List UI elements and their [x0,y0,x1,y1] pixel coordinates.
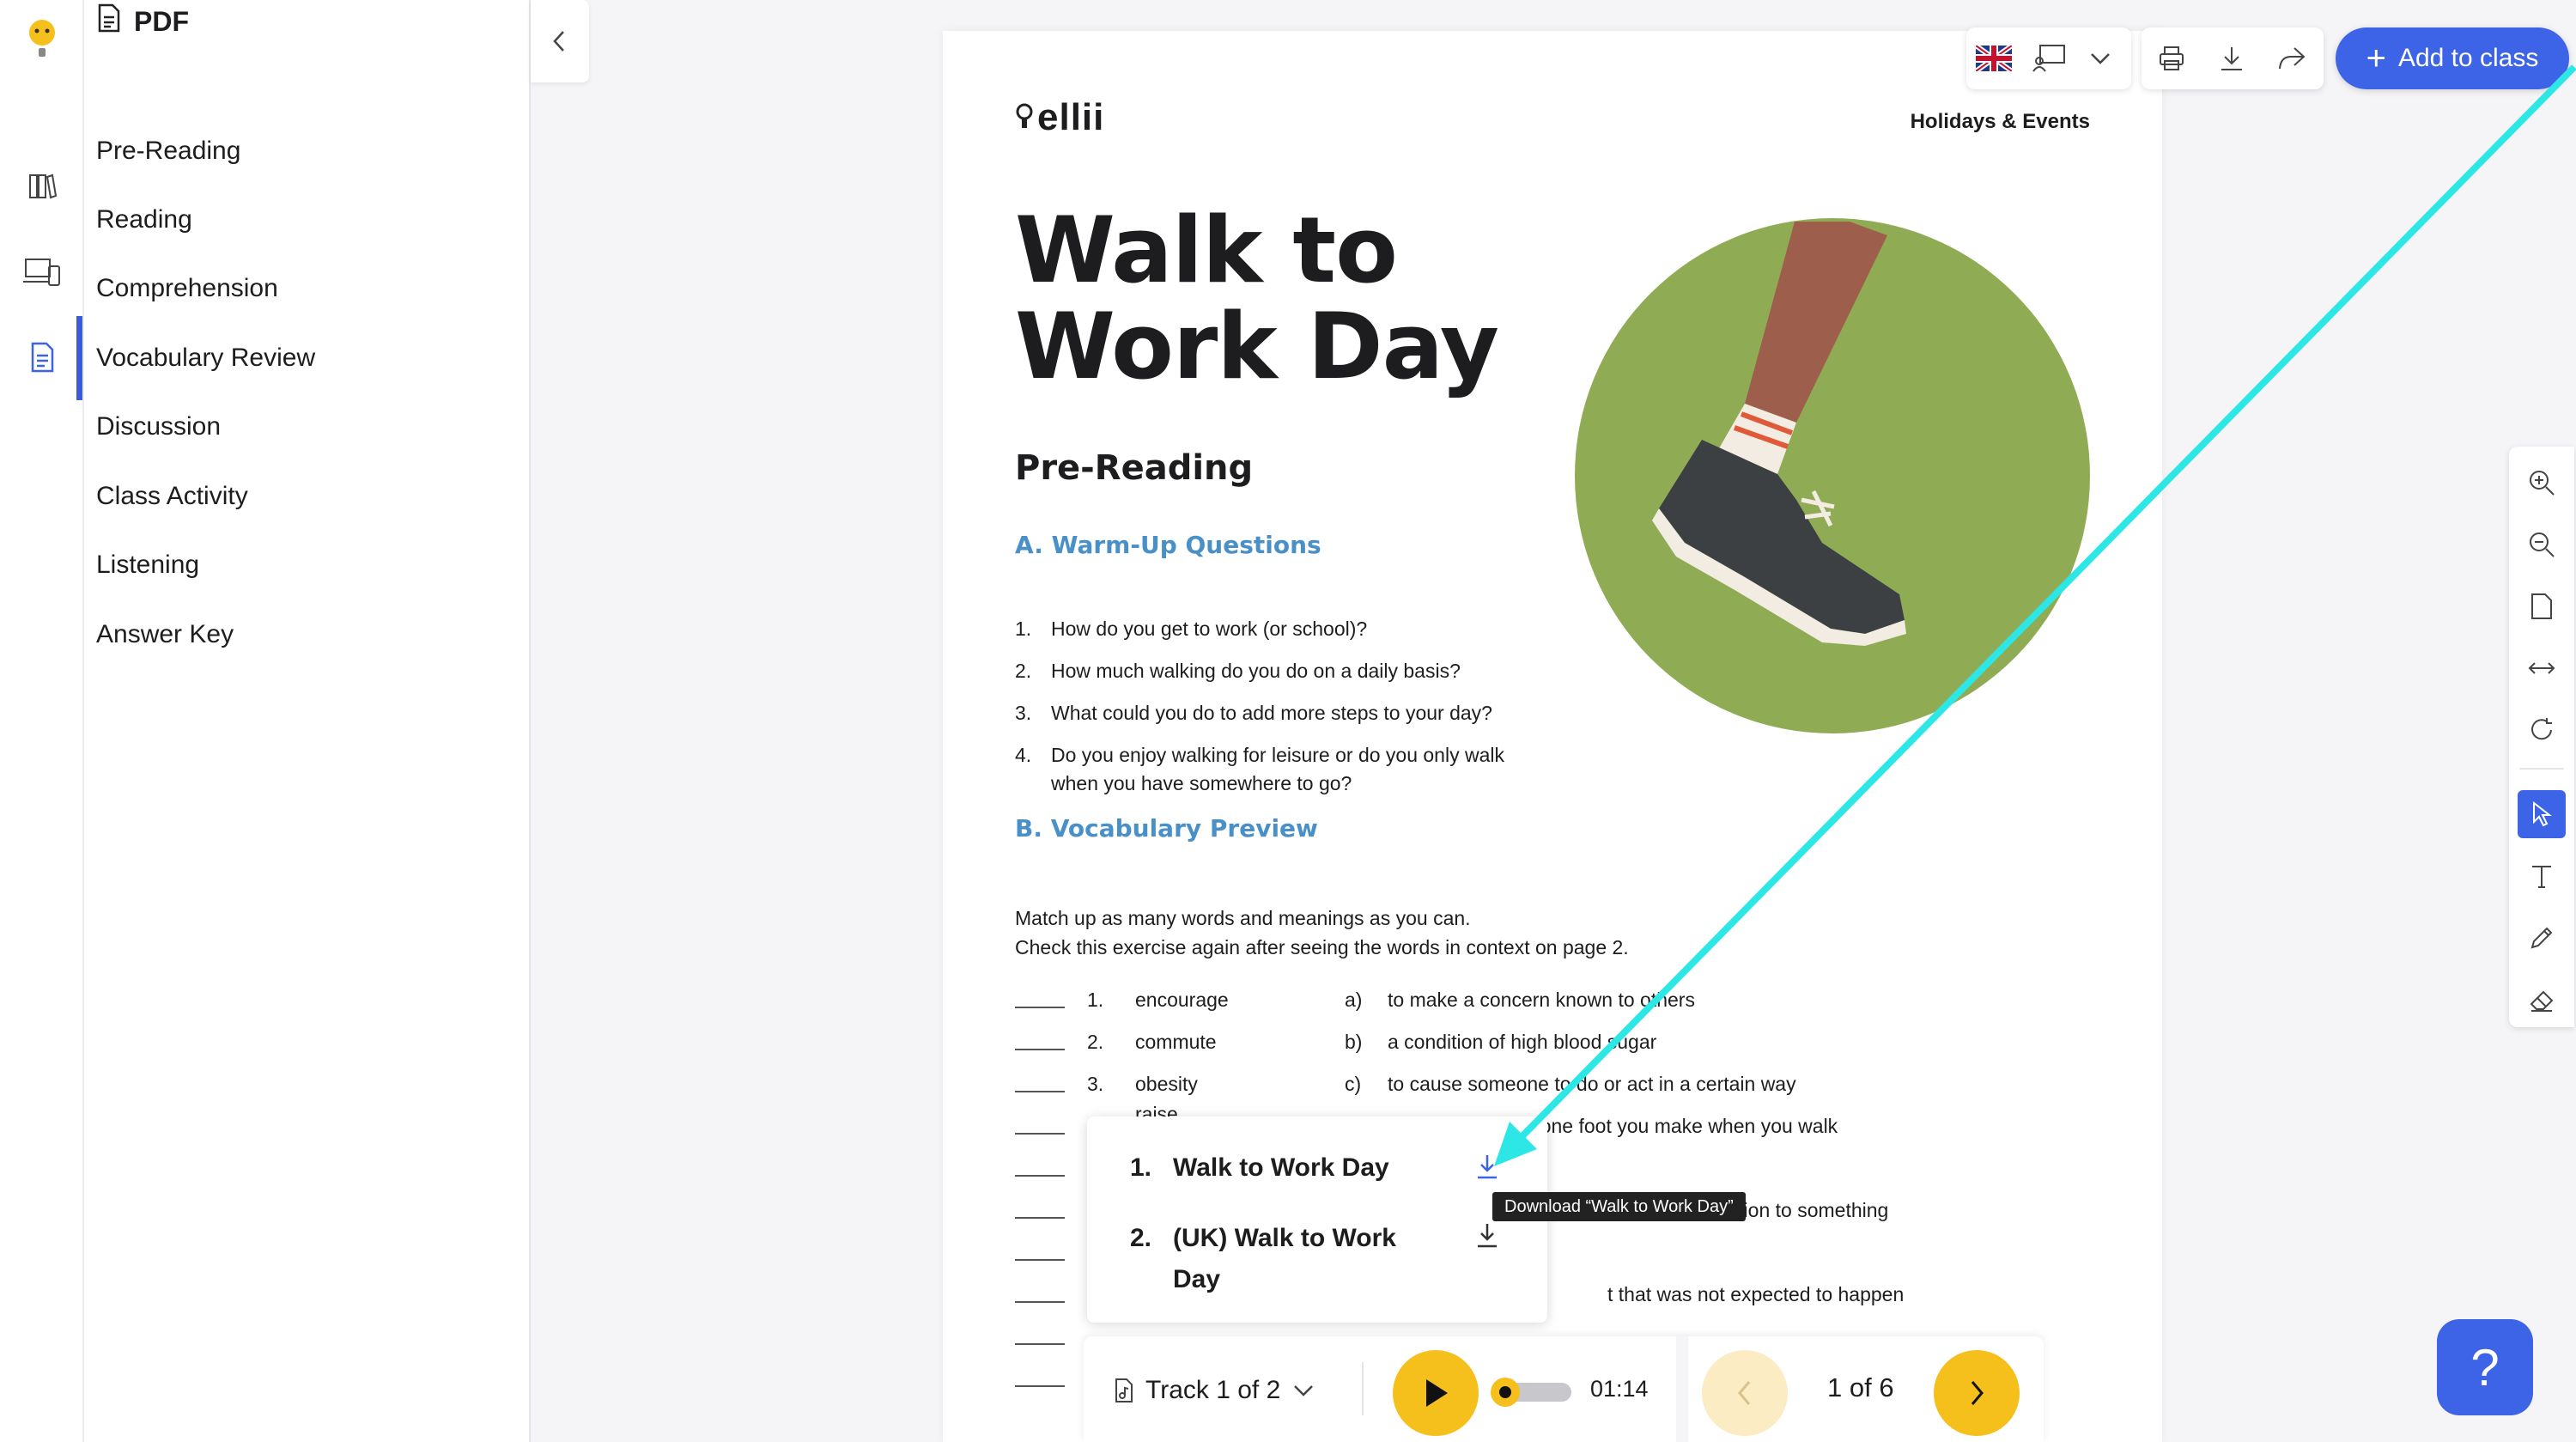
help-button[interactable]: ? [2437,1319,2533,1415]
track-selector[interactable]: Track 1 of 2 [1115,1369,1315,1412]
lightbulb-icon [1016,103,1033,128]
list-item: 1. How do you get to work (or school)? [1015,618,1368,640]
audio-player-bar: Track 1 of 2 01:14 1 of 6 [1084,1336,2044,1442]
download-icon [2221,47,2242,70]
toolbar-divider [2519,768,2564,770]
page-icon [2531,593,2552,619]
play-icon [1426,1379,1448,1407]
print-button[interactable] [2142,27,2202,89]
audio-file-icon [1115,1378,1133,1402]
playback-time: 01:14 [1590,1376,1649,1402]
add-to-class-button[interactable]: + Add to class [2336,27,2569,89]
chevron-right-icon [1971,1381,1984,1405]
track-1-download-button[interactable] [1470,1149,1504,1183]
view-options-dropdown[interactable] [2076,27,2124,89]
rotate-button[interactable] [2518,706,2566,754]
ellii-logo: ellii [1015,96,1104,139]
download-icon [1478,1155,1497,1179]
rotate-icon [2531,718,2552,740]
list-item: 2. How much walking do you do on a daily … [1015,660,1461,682]
file-actions-group [2142,27,2324,89]
annotation-toolbar [2509,447,2574,1027]
nav-item-discussion[interactable]: Discussion [96,403,508,451]
text-tool-button[interactable] [2518,852,2566,900]
view-options-group [1966,27,2131,89]
fit-width-icon [2528,662,2555,674]
nav-item-class-activity[interactable]: Class Activity [96,472,508,520]
ellii-logo-icon[interactable] [18,15,66,64]
present-icon [2032,45,2065,72]
previous-page-button[interactable] [1702,1350,1788,1436]
download-tooltip: Download “Walk to Work Day” [1492,1192,1746,1221]
share-arrow-icon [2279,47,2306,70]
next-page-button[interactable] [1934,1350,2020,1436]
section-heading: Pre-Reading [1015,448,1254,488]
section-nav-panel: PDF Pre-Reading Reading Comprehension Vo… [76,0,531,1442]
zoom-in-button[interactable] [2518,459,2566,507]
eraser-tool-button[interactable] [2518,976,2566,1024]
nav-item-pre-reading[interactable]: Pre-Reading [96,127,508,175]
collapse-sidebar-button[interactable] [531,0,589,82]
play-button[interactable] [1393,1350,1479,1436]
plus-icon: + [2366,40,2386,77]
list-item: 3. What could you do to add more steps to… [1015,702,1492,724]
nav-header-label: PDF [134,5,189,37]
track-list-popup: 1. Walk to Work Day 2. (UK) Walk to Work… [1087,1116,1547,1323]
fit-width-button[interactable] [2518,644,2566,692]
present-mode-button[interactable] [2021,27,2076,89]
player-divider [1362,1362,1364,1415]
download-button[interactable] [2202,27,2262,89]
chevron-down-icon [2091,53,2110,64]
pdf-file-icon [98,3,120,40]
download-icon [1478,1224,1497,1248]
printer-icon [2160,46,2184,70]
nav-item-comprehension[interactable]: Comprehension [96,265,508,313]
document-icon[interactable] [18,333,66,381]
player-gap [1676,1336,1688,1442]
pencil-icon [2530,927,2553,949]
nav-item-reading[interactable]: Reading [96,196,508,244]
part-b-heading: B. Vocabulary Preview [1015,814,1318,843]
nav-item-answer-key[interactable]: Answer Key [96,611,508,659]
walking-shoe-illustration [1575,218,2090,733]
chevron-left-icon [1738,1381,1751,1405]
page-indicator: 1 of 6 [1827,1372,1894,1402]
fit-page-button[interactable] [2518,582,2566,630]
chevron-left-icon [553,31,564,52]
zoom-out-button[interactable] [2518,520,2566,569]
nav-item-vocabulary-review[interactable]: Vocabulary Review [96,334,508,382]
chevron-down-icon [1294,1385,1314,1396]
select-tool-button[interactable] [2518,790,2566,838]
worksheet-title: Walk to Work Day [1015,198,1499,399]
books-icon[interactable] [18,161,66,210]
list-item: 4. Do you enjoy walking for leisure or do… [1015,744,1504,794]
devices-icon[interactable] [18,247,66,295]
track-item-1[interactable]: 1. Walk to Work Day [1130,1147,1413,1189]
cursor-icon [2533,801,2552,827]
category-label: Holidays & Events [1910,110,2090,133]
track-2-download-button[interactable] [1470,1218,1504,1252]
pen-tool-button[interactable] [2518,914,2566,962]
seek-bar[interactable] [1491,1378,1571,1407]
seek-handle[interactable] [1491,1378,1520,1407]
language-selector[interactable] [1966,27,2021,89]
zoom-out-icon [2530,532,2555,557]
text-icon [2532,866,2551,888]
zoom-in-icon [2530,471,2555,496]
warm-up-questions: 1. How do you get to work (or school)? 2.… [1015,615,1547,812]
icon-rail [0,0,84,1442]
track-item-2[interactable]: 2. (UK) Walk to Work Day [1130,1218,1413,1300]
nav-header: PDF [98,3,189,40]
nav-item-listening[interactable]: Listening [96,541,508,589]
uk-flag-icon [1976,46,2012,71]
vocab-instructions: Match up as many words and meanings as y… [1015,907,1629,958]
part-a-heading: A. Warm-Up Questions [1015,531,1321,559]
nav-active-indicator [76,316,82,400]
eraser-icon [2530,990,2554,1012]
share-button[interactable] [2262,27,2322,89]
